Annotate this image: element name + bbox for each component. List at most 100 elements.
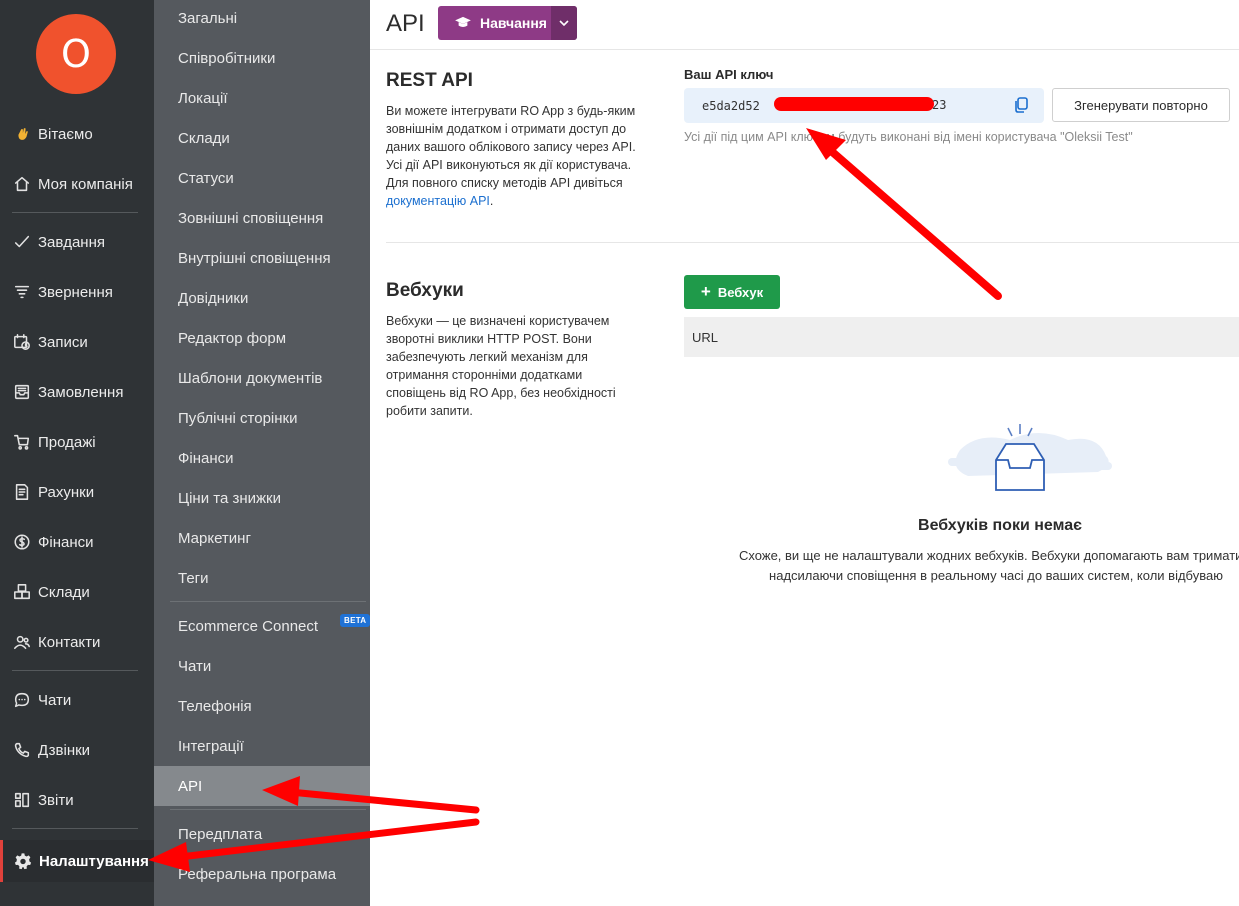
empty-state-line: надсилаючи сповіщення в реальному часі д… [769, 568, 1223, 583]
description-line: сповіщень від RO App, без необхідності [386, 386, 616, 400]
gear-icon [13, 851, 33, 871]
boxes-icon [12, 582, 32, 602]
rest-api-description: Ви можете інтегрувати RO App з будь-яким… [386, 102, 676, 210]
submenu-divider [170, 601, 366, 602]
nav-item-requests[interactable]: Звернення [0, 274, 154, 310]
nav-divider [12, 828, 138, 829]
calendar-clock-icon [12, 332, 32, 352]
nav-item-warehouses[interactable]: Склади [0, 574, 154, 610]
description-line: даних вашого облікового запису через API… [386, 140, 636, 154]
funnel-icon [12, 282, 32, 302]
api-key-label: Ваш API ключ [684, 67, 774, 82]
nav-divider [12, 670, 138, 671]
beta-badge: BETA [340, 614, 371, 627]
description-line: Вебхуки — це визначені користувачем [386, 314, 610, 328]
description-line: Для повного списку методів API дивіться [386, 176, 623, 190]
main-content: API Навчання REST API Ви можете інтегрув… [370, 0, 1239, 906]
submenu-item-locations[interactable]: Локації [154, 78, 370, 118]
submenu-item-marketing[interactable]: Маркетинг [154, 518, 370, 558]
reports-icon [12, 790, 32, 810]
submenu-item-warehouses[interactable]: Склади [154, 118, 370, 158]
nav-item-contacts[interactable]: Контакти [0, 624, 154, 660]
url-column-header: URL [692, 329, 719, 345]
avatar-letter: O [61, 32, 91, 76]
nav-label: Налаштування [39, 852, 149, 870]
nav-item-tasks[interactable]: Завдання [0, 224, 154, 260]
submenu-item-directories[interactable]: Довідники [154, 278, 370, 318]
submenu-item-tags[interactable]: Теги [154, 558, 370, 598]
submenu-item-general[interactable]: Загальні [154, 0, 370, 38]
nav-item-invoices[interactable]: Рахунки [0, 474, 154, 510]
empty-inbox-illustration [948, 420, 1114, 500]
copy-icon[interactable] [1012, 96, 1030, 114]
rest-api-title: REST API [386, 70, 473, 91]
regenerate-button[interactable]: Згенерувати повторно [1052, 88, 1230, 122]
section-divider [386, 242, 1239, 243]
nav-label: Звіти [38, 791, 74, 809]
learning-button-label: Навчання [480, 15, 547, 31]
nav-item-orders[interactable]: Замовлення [0, 374, 154, 410]
nav-item-sales[interactable]: Продажі [0, 424, 154, 460]
empty-state-text: Схоже, ви ще не налаштували жодних вебху… [686, 546, 1239, 586]
nav-label: Записи [38, 333, 88, 351]
nav-item-finance[interactable]: Фінанси [0, 524, 154, 560]
link-suffix: . [489, 194, 494, 208]
inbox-tray-icon [12, 382, 32, 402]
submenu-item-subscription[interactable]: Передплата [154, 814, 370, 854]
submenu-item-external-notifications[interactable]: Зовнішні сповіщення [154, 198, 370, 238]
submenu-item-employees[interactable]: Співробітники [154, 38, 370, 78]
submenu-item-internal-notifications[interactable]: Внутрішні сповіщення [154, 238, 370, 278]
add-webhook-button[interactable]: + Вебхук [684, 275, 780, 309]
submenu-item-integrations[interactable]: Інтеграції [154, 726, 370, 766]
nav-item-my-company[interactable]: Моя компанія [0, 166, 154, 202]
description-line: Усі дії API виконуються як дії користува… [386, 158, 632, 172]
submenu-item-statuses[interactable]: Статуси [154, 158, 370, 198]
invoice-icon [12, 482, 32, 502]
nav-label: Фінанси [38, 533, 94, 551]
submenu-item-finance[interactable]: Фінанси [154, 438, 370, 478]
webhooks-description: Вебхуки — це визначені користувачем звор… [386, 312, 676, 420]
submenu-item-chats[interactable]: Чати [154, 646, 370, 686]
submenu-item-public-pages[interactable]: Публічні сторінки [154, 398, 370, 438]
description-line: зворотні виклики HTTP POST. Вони [386, 332, 592, 346]
phone-icon [12, 740, 32, 760]
api-docs-link[interactable]: документацію API [386, 194, 490, 208]
empty-state-title: Вебхуків поки немає [918, 517, 1082, 534]
checkmark-icon [12, 232, 32, 252]
nav-item-reports[interactable]: Звіти [0, 782, 154, 818]
redaction-mark [774, 97, 934, 111]
webhooks-title: Вебхуки [386, 280, 464, 301]
nav-label: Контакти [38, 633, 101, 651]
api-key-prefix: e5da2d52 [702, 98, 760, 113]
empty-state-line: Схоже, ви ще не налаштували жодних вебху… [739, 548, 1239, 563]
description-line: робити запити. [386, 404, 473, 418]
nav-item-calls[interactable]: Дзвінки [0, 732, 154, 768]
api-key-field[interactable]: e5da2d52 23 [684, 88, 1044, 123]
home-icon [12, 174, 32, 194]
nav-label: Продажі [38, 433, 96, 451]
nav-label: Моя компанія [38, 175, 133, 193]
api-key-suffix: 23 [932, 98, 947, 112]
avatar[interactable]: O [36, 14, 116, 94]
submenu-divider [170, 809, 366, 810]
chevron-down-icon[interactable] [551, 6, 577, 40]
nav-item-settings[interactable]: Налаштування [0, 840, 154, 882]
nav-label: Дзвінки [38, 741, 91, 759]
learning-button[interactable]: Навчання [438, 6, 577, 40]
graduation-cap-icon [454, 16, 472, 30]
submenu-item-form-editor[interactable]: Редактор форм [154, 318, 370, 358]
nav-label: Замовлення [38, 383, 124, 401]
api-key-note: Усі дії під цим API ключем будуть викона… [684, 130, 1133, 144]
dollar-circle-icon [12, 532, 32, 552]
submenu-item-telephony[interactable]: Телефонія [154, 686, 370, 726]
submenu-item-api[interactable]: API [154, 766, 370, 806]
page-header: API Навчання [370, 0, 1239, 50]
nav-item-chats[interactable]: Чати [0, 682, 154, 718]
wave-hand-icon [12, 124, 32, 144]
nav-item-welcome[interactable]: Вітаємо [0, 116, 154, 152]
submenu-item-document-templates[interactable]: Шаблони документів [154, 358, 370, 398]
nav-item-appointments[interactable]: Записи [0, 324, 154, 360]
submenu-item-referral-program[interactable]: Реферальна програма [154, 854, 370, 894]
submenu-item-ecommerce-connect[interactable]: Ecommerce Connect [154, 606, 370, 646]
submenu-item-prices-discounts[interactable]: Ціни та знижки [154, 478, 370, 518]
